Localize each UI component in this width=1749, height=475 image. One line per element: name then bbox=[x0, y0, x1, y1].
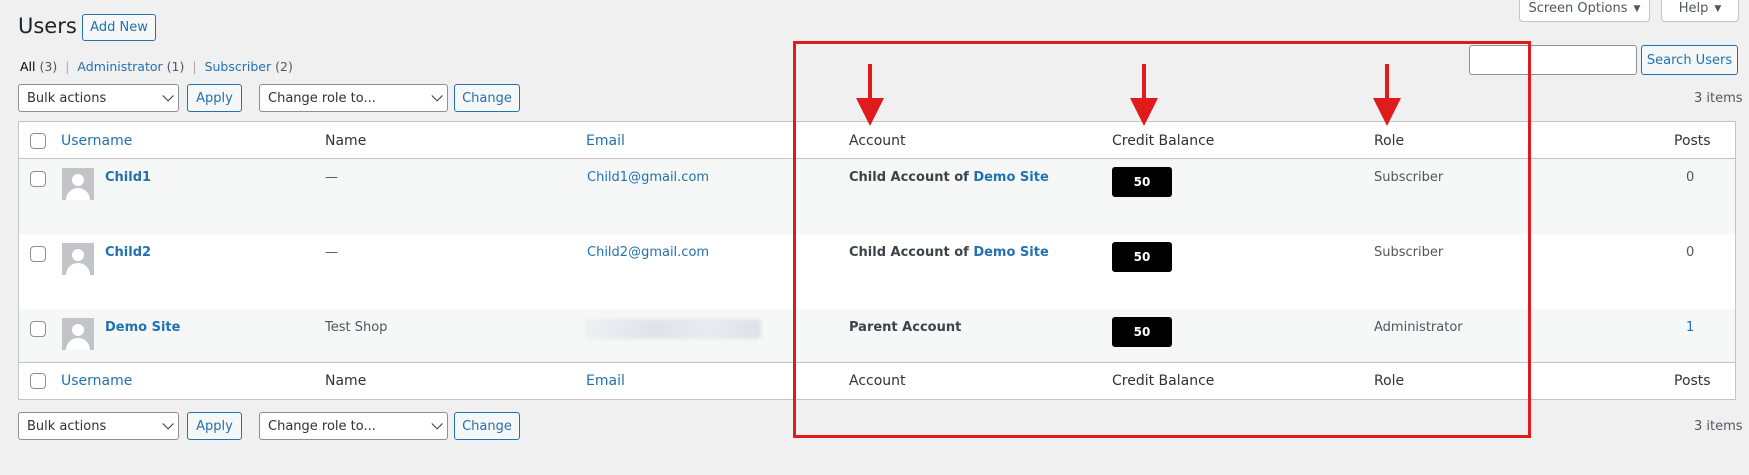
view-administrator[interactable]: Administrator (1) bbox=[77, 59, 184, 74]
email-link[interactable]: Child1@gmail.com bbox=[587, 170, 709, 185]
name-cell: Test Shop bbox=[325, 320, 388, 335]
view-separator: | bbox=[192, 59, 197, 74]
column-email-header[interactable]: Email bbox=[586, 133, 625, 149]
chevron-down-icon bbox=[431, 418, 443, 430]
name-cell: — bbox=[325, 245, 338, 260]
account-prefix: Child Account of bbox=[849, 170, 969, 185]
account-cell: Parent Account bbox=[849, 320, 961, 335]
posts-cell: 0 bbox=[1686, 170, 1695, 185]
row-checkbox[interactable] bbox=[30, 171, 46, 187]
column-username-footer[interactable]: Username bbox=[61, 373, 132, 389]
avatar bbox=[62, 243, 94, 275]
apply-button-top[interactable]: Apply bbox=[187, 84, 242, 112]
change-role-value: Change role to... bbox=[268, 90, 376, 106]
column-name-footer: Name bbox=[325, 373, 367, 389]
view-all-label: All bbox=[20, 59, 36, 74]
name-cell: — bbox=[325, 170, 338, 185]
account-prefix: Child Account of bbox=[849, 245, 969, 260]
column-credit-balance-header: Credit Balance bbox=[1112, 133, 1215, 149]
view-subscriber[interactable]: Subscriber (2) bbox=[205, 59, 293, 74]
column-posts-footer: Posts bbox=[1674, 373, 1711, 389]
select-all-checkbox[interactable] bbox=[30, 133, 46, 149]
view-all[interactable]: All (3) bbox=[20, 59, 57, 74]
row-checkbox[interactable] bbox=[30, 321, 46, 337]
avatar bbox=[62, 318, 94, 350]
avatar bbox=[62, 168, 94, 200]
credit-balance-badge: 50 bbox=[1112, 242, 1172, 272]
items-count-top: 3 items bbox=[1694, 91, 1743, 106]
bulk-actions-select-bottom[interactable]: Bulk actions bbox=[18, 412, 179, 440]
column-name-header: Name bbox=[325, 133, 367, 149]
caret-down-icon: ▼ bbox=[1633, 3, 1641, 14]
table-footer-row: Username Name Email Account Credit Balan… bbox=[19, 362, 1735, 399]
role-cell: Subscriber bbox=[1374, 170, 1444, 185]
column-email-footer[interactable]: Email bbox=[586, 373, 625, 389]
column-credit-balance-footer: Credit Balance bbox=[1112, 373, 1215, 389]
role-cell: Administrator bbox=[1374, 320, 1463, 335]
username-link[interactable]: Child2 bbox=[105, 245, 151, 260]
search-input[interactable] bbox=[1469, 45, 1637, 75]
row-checkbox[interactable] bbox=[30, 246, 46, 262]
change-role-select-bottom[interactable]: Change role to... bbox=[259, 412, 448, 440]
arrow-down-icon bbox=[1130, 64, 1158, 126]
column-username-header[interactable]: Username bbox=[61, 133, 132, 149]
account-cell: Child Account of Demo Site bbox=[849, 245, 1049, 260]
parent-account-link[interactable]: Demo Site bbox=[973, 245, 1048, 260]
bulk-actions-select-top[interactable]: Bulk actions bbox=[18, 84, 179, 112]
username-link[interactable]: Child1 bbox=[105, 170, 151, 185]
select-all-checkbox-footer[interactable] bbox=[30, 373, 46, 389]
help-label: Help bbox=[1678, 1, 1709, 16]
screen-options-label: Screen Options bbox=[1528, 1, 1628, 16]
page-title: Users bbox=[18, 14, 77, 38]
column-posts-header: Posts bbox=[1674, 133, 1711, 149]
help-tab[interactable]: Help ▼ bbox=[1661, 0, 1739, 22]
email-link[interactable]: Child2@gmail.com bbox=[587, 245, 709, 260]
caret-down-icon: ▼ bbox=[1714, 3, 1722, 14]
chevron-down-icon bbox=[162, 90, 174, 102]
view-administrator-count: (1) bbox=[166, 59, 185, 74]
username-link[interactable]: Demo Site bbox=[105, 320, 180, 335]
table-header-row: Username Name Email Account Credit Balan… bbox=[19, 122, 1735, 159]
view-separator: | bbox=[65, 59, 70, 74]
change-button-bottom[interactable]: Change bbox=[454, 412, 520, 440]
change-button-top[interactable]: Change bbox=[454, 84, 520, 112]
user-role-filter: All (3) | Administrator (1) | Subscriber… bbox=[20, 59, 293, 74]
table-row: Child2 — Child2@gmail.com Child Account … bbox=[19, 234, 1735, 309]
view-administrator-label: Administrator bbox=[77, 59, 163, 74]
parent-account-link[interactable]: Demo Site bbox=[973, 170, 1048, 185]
credit-balance-badge: 50 bbox=[1112, 167, 1172, 197]
table-row: Child1 — Child1@gmail.com Child Account … bbox=[19, 159, 1735, 234]
role-cell: Subscriber bbox=[1374, 245, 1444, 260]
posts-link[interactable]: 1 bbox=[1686, 320, 1694, 335]
chevron-down-icon bbox=[162, 418, 174, 430]
change-role-select-top[interactable]: Change role to... bbox=[259, 84, 448, 112]
view-subscriber-count: (2) bbox=[275, 59, 293, 74]
redacted-email bbox=[585, 319, 761, 339]
column-role-header: Role bbox=[1374, 133, 1405, 149]
apply-button-bottom[interactable]: Apply bbox=[187, 412, 242, 440]
view-all-count: (3) bbox=[39, 59, 58, 74]
table-row: Demo Site Test Shop Parent Account 50 Ad… bbox=[19, 309, 1735, 362]
screen-options-tab[interactable]: Screen Options ▼ bbox=[1519, 0, 1650, 22]
column-account-header: Account bbox=[849, 133, 906, 149]
add-new-button[interactable]: Add New bbox=[82, 14, 156, 41]
arrow-down-icon bbox=[1373, 64, 1401, 126]
column-account-footer: Account bbox=[849, 373, 906, 389]
column-role-footer: Role bbox=[1374, 373, 1405, 389]
account-cell: Child Account of Demo Site bbox=[849, 170, 1049, 185]
arrow-down-icon bbox=[856, 64, 884, 126]
search-users-button[interactable]: Search Users bbox=[1641, 45, 1738, 75]
posts-cell: 0 bbox=[1686, 245, 1695, 260]
account-prefix: Parent Account bbox=[849, 320, 962, 335]
change-role-value: Change role to... bbox=[268, 418, 376, 434]
credit-balance-badge: 50 bbox=[1112, 317, 1172, 347]
bulk-actions-value: Bulk actions bbox=[27, 90, 107, 106]
bulk-actions-value: Bulk actions bbox=[27, 418, 107, 434]
chevron-down-icon bbox=[431, 90, 443, 102]
users-table: Username Name Email Account Credit Balan… bbox=[18, 121, 1736, 400]
view-subscriber-label: Subscriber bbox=[204, 59, 272, 74]
items-count-bottom: 3 items bbox=[1694, 419, 1743, 434]
